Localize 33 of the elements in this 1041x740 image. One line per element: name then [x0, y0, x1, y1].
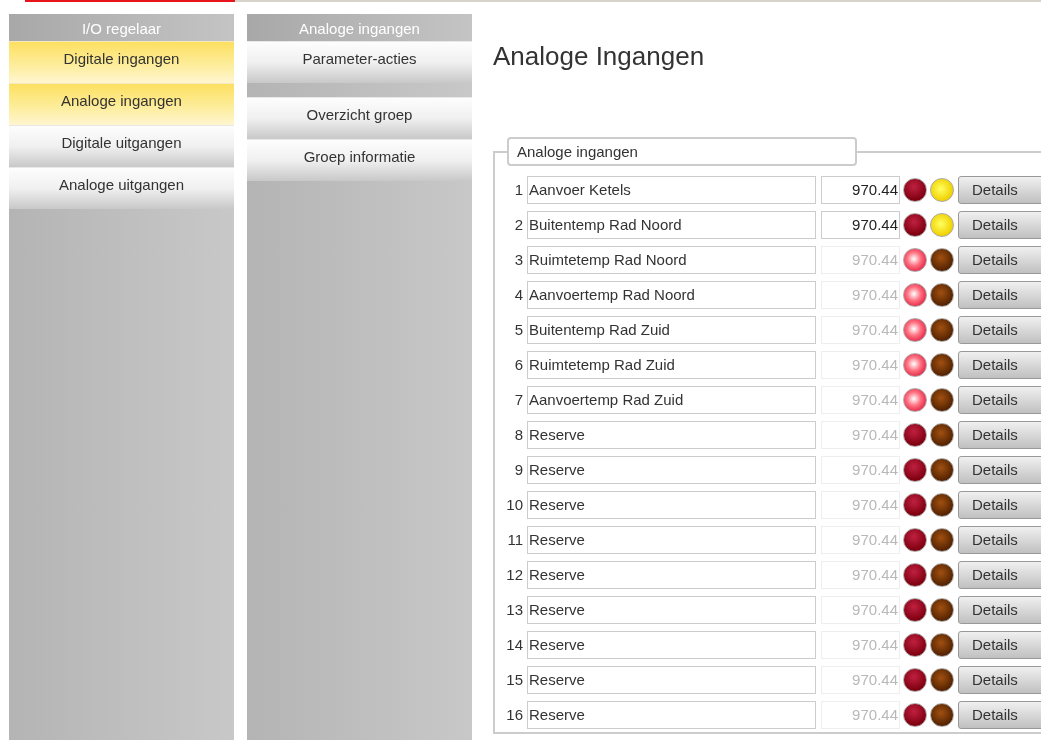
row-number: 15: [505, 671, 523, 688]
row-number: 1: [513, 181, 523, 198]
row-number: 10: [505, 496, 523, 513]
value-field[interactable]: 970.44: [821, 175, 900, 204]
row-number: 14: [505, 636, 523, 653]
menu-item[interactable]: Digitale ingangen: [9, 41, 234, 83]
details-button[interactable]: Details: [958, 175, 1041, 204]
row-number: 4: [513, 286, 523, 303]
row-number: 12: [505, 566, 523, 583]
details-button[interactable]: Details: [958, 210, 1041, 239]
row-number: 3: [513, 251, 523, 268]
menu-item[interactable]: Analoge uitgangen: [9, 167, 234, 209]
page-title: Analoge Ingangen: [493, 41, 706, 73]
name-field[interactable]: Aanvoer Ketels: [527, 175, 816, 204]
menu-item[interactable]: Analoge ingangen: [9, 83, 234, 125]
row-number: 5: [513, 321, 523, 338]
menu-title: I/O regelaar: [9, 14, 234, 41]
row-number: 16: [505, 706, 523, 723]
value-field[interactable]: 970.44: [821, 210, 900, 239]
submenu-title: Analoge ingangen: [247, 14, 472, 41]
row-number: 8: [513, 426, 523, 443]
row-number: 9: [513, 461, 523, 478]
menu-item[interactable]: Digitale uitgangen: [9, 125, 234, 167]
row-number: 6: [513, 356, 523, 373]
submenu-item[interactable]: Parameter-acties: [247, 41, 472, 83]
name-field[interactable]: Buitentemp Rad Noord: [527, 210, 816, 239]
row-number: 13: [505, 601, 523, 618]
submenu-item[interactable]: Overzicht groep: [247, 97, 472, 139]
row-number: 11: [506, 531, 523, 548]
row-number: 2: [513, 216, 523, 233]
row-number: 7: [513, 391, 523, 408]
submenu-item[interactable]: Groep informatie: [247, 139, 472, 181]
group-legend: Analoge ingangen: [507, 137, 857, 166]
